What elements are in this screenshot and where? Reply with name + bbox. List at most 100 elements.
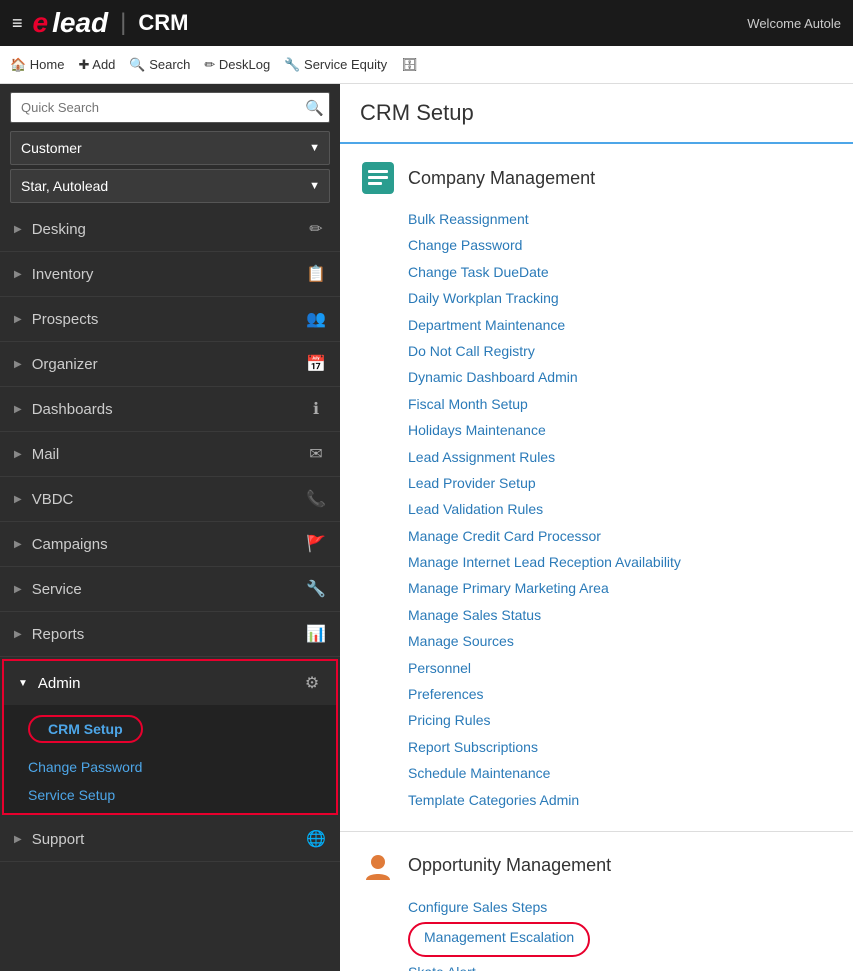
link-do-not-call[interactable]: Do Not Call Registry (408, 340, 833, 362)
organizer-arrow: ▶ (14, 359, 22, 370)
nav-add[interactable]: ✚ Add (78, 57, 115, 73)
link-personnel[interactable]: Personnel (408, 657, 833, 679)
logo-divider: | (120, 9, 126, 37)
support-label: Support (32, 831, 85, 848)
nav-search[interactable]: 🔍 Search (129, 57, 190, 73)
company-management-header: Company Management (360, 160, 833, 196)
search-wrapper: 🔍 (10, 92, 330, 123)
support-icon: 🌐 (306, 829, 326, 849)
sidebar-item-mail[interactable]: ▶ Mail ✉ (0, 432, 340, 477)
desking-label: Desking (32, 221, 86, 238)
change-password-link[interactable]: Change Password (4, 753, 336, 781)
top-bar-left: ≡ elead | CRM (12, 7, 188, 39)
sidebar-item-campaigns[interactable]: ▶ Campaigns 🚩 (0, 522, 340, 567)
sidebar-item-inventory[interactable]: ▶ Inventory 📋 (0, 252, 340, 297)
link-skate-alert[interactable]: Skate Alert (408, 961, 833, 971)
organizer-icon: 📅 (306, 354, 326, 374)
customer-select[interactable]: Customer (10, 131, 330, 165)
customer-dropdown[interactable]: Customer (10, 131, 330, 165)
link-department-maintenance[interactable]: Department Maintenance (408, 314, 833, 336)
reports-icon: 📊 (306, 624, 326, 644)
sidebar-item-service[interactable]: ▶ Service 🔧 (0, 567, 340, 612)
admin-arrow: ▼ (18, 678, 28, 689)
link-schedule-maintenance[interactable]: Schedule Maintenance (408, 762, 833, 784)
top-bar: ≡ elead | CRM Welcome Autole (0, 0, 853, 46)
vbdc-icon: 📞 (306, 489, 326, 509)
sidebar-item-reports[interactable]: ▶ Reports 📊 (0, 612, 340, 657)
sidebar-item-admin[interactable]: ▼ Admin ⚙ (4, 661, 336, 705)
inventory-arrow: ▶ (14, 269, 22, 280)
hamburger-menu[interactable]: ≡ (12, 13, 23, 34)
link-report-subscriptions[interactable]: Report Subscriptions (408, 736, 833, 758)
nav-service-equity[interactable]: 🔧 Service Equity (284, 57, 387, 73)
sidebar-item-prospects[interactable]: ▶ Prospects 👥 (0, 297, 340, 342)
link-change-password[interactable]: Change Password (408, 234, 833, 256)
sidebar-item-vbdc[interactable]: ▶ VBDC 📞 (0, 477, 340, 522)
link-pricing-rules[interactable]: Pricing Rules (408, 709, 833, 731)
mail-arrow: ▶ (14, 449, 22, 460)
service-setup-link[interactable]: Service Setup (4, 781, 336, 813)
link-holidays-maintenance[interactable]: Holidays Maintenance (408, 419, 833, 441)
link-fiscal-month-setup[interactable]: Fiscal Month Setup (408, 393, 833, 415)
link-manage-internet-lead[interactable]: Manage Internet Lead Reception Availabil… (408, 551, 833, 573)
link-dynamic-dashboard-admin[interactable]: Dynamic Dashboard Admin (408, 366, 833, 388)
link-preferences[interactable]: Preferences (408, 683, 833, 705)
dashboards-arrow: ▶ (14, 404, 22, 415)
logo-lead: lead (52, 7, 108, 39)
support-arrow: ▶ (14, 834, 22, 845)
search-input[interactable] (10, 92, 330, 123)
nav-desklog[interactable]: ✏ DeskLog (204, 57, 270, 73)
nav-icon-btn[interactable]: 🗄 (401, 57, 418, 73)
sidebar-item-desking[interactable]: ▶ Desking ✏ (0, 207, 340, 252)
reports-label: Reports (32, 626, 85, 643)
search-box-container: 🔍 (0, 84, 340, 131)
sidebar-item-dashboards[interactable]: ▶ Dashboards ℹ (0, 387, 340, 432)
company-management-links: Bulk Reassignment Change Password Change… (360, 208, 833, 811)
link-management-escalation[interactable]: Management Escalation (424, 926, 574, 948)
vbdc-label: VBDC (32, 491, 74, 508)
link-lead-assignment-rules[interactable]: Lead Assignment Rules (408, 446, 833, 468)
inventory-label: Inventory (32, 266, 94, 283)
admin-section: ▼ Admin ⚙ CRM Setup Change Password Serv… (2, 659, 338, 815)
company-management-icon (360, 160, 396, 196)
mail-label: Mail (32, 446, 60, 463)
dashboards-label: Dashboards (32, 401, 113, 418)
campaigns-arrow: ▶ (14, 539, 22, 550)
link-template-categories-admin[interactable]: Template Categories Admin (408, 789, 833, 811)
desking-icon: ✏ (306, 219, 326, 239)
link-manage-sources[interactable]: Manage Sources (408, 630, 833, 652)
link-lead-provider-setup[interactable]: Lead Provider Setup (408, 472, 833, 494)
crm-setup-link[interactable]: CRM Setup (28, 715, 143, 743)
link-lead-validation-rules[interactable]: Lead Validation Rules (408, 498, 833, 520)
crm-setup-wrapper: CRM Setup (4, 705, 336, 753)
opportunity-management-title: Opportunity Management (408, 855, 611, 876)
mail-icon: ✉ (306, 444, 326, 464)
campaigns-icon: 🚩 (306, 534, 326, 554)
logo: elead | CRM (33, 7, 189, 39)
content-area: CRM Setup Company Management Bulk Reassi… (340, 84, 853, 971)
sidebar-item-organizer[interactable]: ▶ Organizer 📅 (0, 342, 340, 387)
admin-label: Admin (38, 675, 81, 692)
service-icon: 🔧 (306, 579, 326, 599)
sidebar: 🔍 Customer Star, Autolead ▶ Desking ✏ (0, 84, 340, 971)
opportunity-management-icon (360, 848, 396, 884)
vbdc-arrow: ▶ (14, 494, 22, 505)
main-layout: 🔍 Customer Star, Autolead ▶ Desking ✏ (0, 84, 853, 971)
link-manage-credit-card[interactable]: Manage Credit Card Processor (408, 525, 833, 547)
search-icon-button[interactable]: 🔍 (305, 99, 324, 117)
sidebar-item-support[interactable]: ▶ Support 🌐 (0, 817, 340, 862)
company-management-section: Company Management Bulk Reassignment Cha… (340, 144, 853, 832)
link-change-task-duedate[interactable]: Change Task DueDate (408, 261, 833, 283)
link-manage-primary-marketing[interactable]: Manage Primary Marketing Area (408, 577, 833, 599)
user-dropdown[interactable]: Star, Autolead (10, 169, 330, 203)
link-manage-sales-status[interactable]: Manage Sales Status (408, 604, 833, 626)
link-daily-workplan[interactable]: Daily Workplan Tracking (408, 287, 833, 309)
opportunity-management-header: Opportunity Management (360, 848, 833, 884)
nav-home[interactable]: 🏠 Home (10, 57, 64, 73)
link-configure-sales-steps[interactable]: Configure Sales Steps (408, 896, 833, 918)
logo-crm: CRM (138, 10, 188, 36)
nav-bar: 🏠 Home ✚ Add 🔍 Search ✏ DeskLog 🔧 Servic… (0, 46, 853, 84)
service-label: Service (32, 581, 82, 598)
link-bulk-reassignment[interactable]: Bulk Reassignment (408, 208, 833, 230)
user-select[interactable]: Star, Autolead (10, 169, 330, 203)
